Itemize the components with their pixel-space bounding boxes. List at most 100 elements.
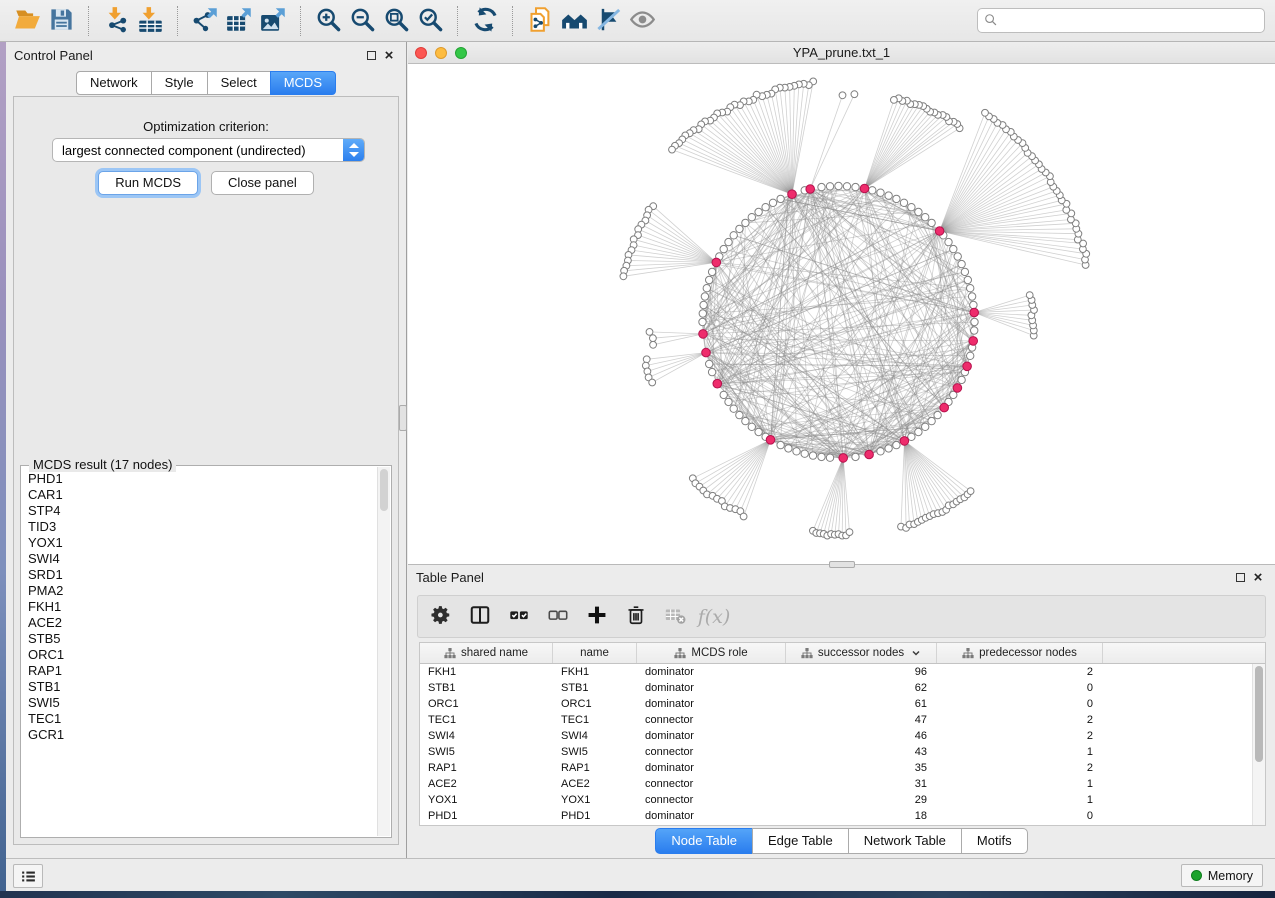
export-table-button[interactable] (222, 5, 256, 37)
network-node[interactable] (968, 293, 975, 300)
tab-node-table[interactable]: Node Table (655, 828, 753, 854)
run-mcds-button[interactable]: Run MCDS (98, 171, 198, 195)
network-node[interactable] (915, 208, 922, 215)
mcds-result-item[interactable]: SWI4 (28, 551, 377, 567)
tab-motifs[interactable]: Motifs (961, 828, 1028, 854)
hide-selected-button[interactable] (591, 5, 625, 37)
show-column-button[interactable] (465, 602, 495, 632)
table-row[interactable]: ACE2ACE2connector311 (420, 776, 1252, 792)
network-leaf-node[interactable] (839, 92, 846, 99)
refresh-view-button[interactable] (468, 5, 502, 37)
network-node[interactable] (852, 183, 859, 190)
network-mcds-node[interactable] (839, 454, 848, 463)
network-leaf-node[interactable] (669, 146, 676, 153)
mcds-result-item[interactable]: STP4 (28, 503, 377, 519)
network-mcds-node[interactable] (860, 184, 869, 193)
network-node[interactable] (971, 327, 978, 334)
network-node[interactable] (961, 268, 968, 275)
network-mcds-node[interactable] (806, 185, 815, 194)
network-leaf-node[interactable] (1026, 292, 1033, 299)
network-mcds-node[interactable] (963, 362, 972, 371)
tab-network-table[interactable]: Network Table (848, 828, 962, 854)
network-leaf-node[interactable] (646, 329, 653, 336)
network-leaf-node[interactable] (643, 356, 650, 363)
network-leaf-node[interactable] (967, 488, 974, 495)
mcds-result-item[interactable]: PMA2 (28, 583, 377, 599)
network-leaf-node[interactable] (650, 341, 657, 348)
network-leaf-node[interactable] (891, 97, 898, 104)
tab-style[interactable]: Style (151, 71, 208, 95)
network-mcds-node[interactable] (713, 379, 722, 388)
task-history-button[interactable] (13, 864, 43, 888)
network-node[interactable] (852, 453, 859, 460)
network-node[interactable] (818, 453, 825, 460)
network-node[interactable] (736, 411, 743, 418)
network-node[interactable] (755, 208, 762, 215)
node-table-scrollbar[interactable] (1252, 664, 1265, 825)
network-node[interactable] (964, 276, 971, 283)
horizontal-splitter-handle[interactable] (829, 561, 855, 568)
zoom-out-button[interactable] (345, 5, 379, 37)
network-node[interactable] (908, 204, 915, 211)
tab-mcds[interactable]: MCDS (270, 71, 336, 95)
select-all-button[interactable] (504, 602, 534, 632)
network-node[interactable] (809, 452, 816, 459)
settings-button[interactable] (426, 602, 456, 632)
network-node[interactable] (706, 276, 713, 283)
column-header-MCDS-role[interactable]: MCDS role (637, 643, 786, 663)
table-panel-float-button[interactable] (1231, 569, 1249, 587)
network-node[interactable] (826, 454, 833, 461)
table-row[interactable]: SWI5SWI5connector431 (420, 744, 1252, 760)
network-node[interactable] (893, 195, 900, 202)
export-network-button[interactable] (188, 5, 222, 37)
network-node[interactable] (720, 391, 727, 398)
control-panel-float-button[interactable] (362, 47, 380, 65)
first-neighbors-button[interactable] (557, 5, 591, 37)
network-node[interactable] (736, 225, 743, 232)
network-node[interactable] (922, 214, 929, 221)
table-row[interactable]: RAP1RAP1dominator352 (420, 760, 1252, 776)
duplicate-network-button[interactable] (523, 5, 557, 37)
network-node[interactable] (748, 214, 755, 221)
network-mcds-node[interactable] (788, 190, 797, 199)
tab-select[interactable]: Select (207, 71, 271, 95)
network-node[interactable] (877, 448, 884, 455)
network-node[interactable] (699, 318, 706, 325)
mcds-result-item[interactable]: YOX1 (28, 535, 377, 551)
mcds-result-item[interactable]: TID3 (28, 519, 377, 535)
mcds-list-scrollbar[interactable] (377, 467, 390, 836)
network-node[interactable] (748, 423, 755, 430)
window-maximize-icon[interactable] (455, 47, 467, 59)
network-mcds-node[interactable] (969, 337, 978, 346)
mcds-result-item[interactable]: PHD1 (28, 471, 377, 487)
mcds-result-item[interactable]: CAR1 (28, 487, 377, 503)
network-mcds-node[interactable] (953, 384, 962, 393)
network-node[interactable] (971, 318, 978, 325)
table-row[interactable]: TEC1TEC1connector472 (420, 712, 1252, 728)
window-close-icon[interactable] (415, 47, 427, 59)
network-node[interactable] (725, 398, 732, 405)
network-node[interactable] (950, 245, 957, 252)
network-node[interactable] (967, 352, 974, 359)
network-node[interactable] (785, 445, 792, 452)
network-leaf-node[interactable] (650, 335, 657, 342)
network-node[interactable] (777, 195, 784, 202)
table-row[interactable]: SWI4SWI4dominator462 (420, 728, 1252, 744)
mcds-result-item[interactable]: SWI5 (28, 695, 377, 711)
network-leaf-node[interactable] (740, 513, 747, 520)
delete-column-button[interactable] (621, 602, 651, 632)
network-node[interactable] (893, 441, 900, 448)
window-minimize-icon[interactable] (435, 47, 447, 59)
tab-network[interactable]: Network (76, 71, 152, 95)
network-mcds-node[interactable] (970, 308, 979, 317)
tab-edge-table[interactable]: Edge Table (752, 828, 849, 854)
network-node[interactable] (720, 245, 727, 252)
network-node[interactable] (742, 219, 749, 226)
open-session-button[interactable] (10, 5, 44, 37)
network-leaf-node[interactable] (620, 273, 627, 280)
optimization-criterion-select[interactable]: largest connected component (undirected) (52, 138, 365, 162)
mcds-result-item[interactable]: ORC1 (28, 647, 377, 663)
network-node[interactable] (700, 301, 707, 308)
network-node[interactable] (762, 204, 769, 211)
network-node[interactable] (885, 445, 892, 452)
